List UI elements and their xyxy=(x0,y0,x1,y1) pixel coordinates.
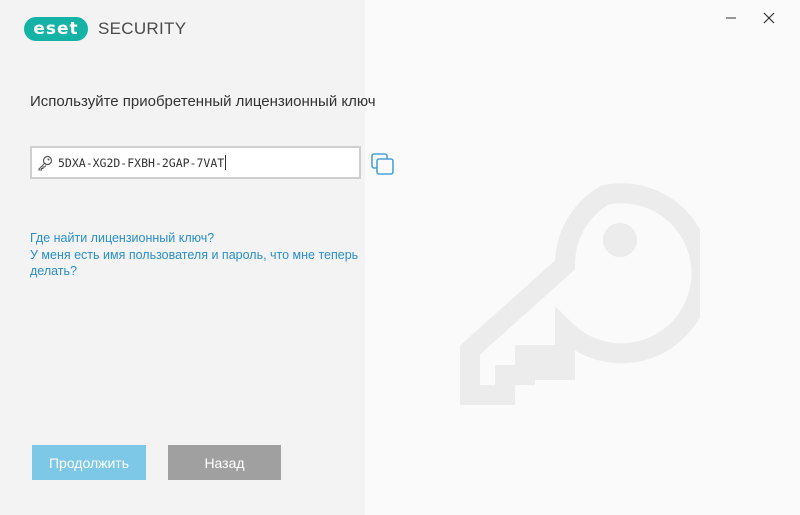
page-heading: Используйте приобретенный лицензионный к… xyxy=(30,93,376,110)
eset-logo: eset SECURITY xyxy=(24,17,186,41)
copy-paste-icon xyxy=(371,153,394,175)
license-key-input[interactable]: 5DXA-XG2D-FXBH-2GAP-7VAT xyxy=(30,146,361,179)
close-button[interactable] xyxy=(746,5,792,31)
where-to-find-key-link[interactable]: Где найти лицензионный ключ? xyxy=(30,230,380,246)
key-watermark-icon xyxy=(460,183,700,405)
have-username-password-link[interactable]: У меня есть имя пользователя и пароль, ч… xyxy=(30,247,380,279)
back-button[interactable]: Назад xyxy=(168,445,281,480)
key-icon xyxy=(37,155,53,171)
minimize-icon xyxy=(726,17,736,19)
help-links: Где найти лицензионный ключ? У меня есть… xyxy=(30,230,380,279)
text-caret xyxy=(225,155,227,170)
paste-button[interactable] xyxy=(370,152,396,176)
close-icon xyxy=(763,12,775,24)
license-key-value: 5DXA-XG2D-FXBH-2GAP-7VAT xyxy=(58,155,225,170)
eset-window: eset SECURITY Используйте приобретенный … xyxy=(0,0,800,515)
eset-logo-text: eset xyxy=(33,18,79,39)
product-name: SECURITY xyxy=(98,19,187,38)
continue-button[interactable]: Продолжить xyxy=(32,445,146,480)
title-bar: eset SECURITY xyxy=(0,0,800,60)
eset-logo-badge: eset xyxy=(24,17,88,41)
